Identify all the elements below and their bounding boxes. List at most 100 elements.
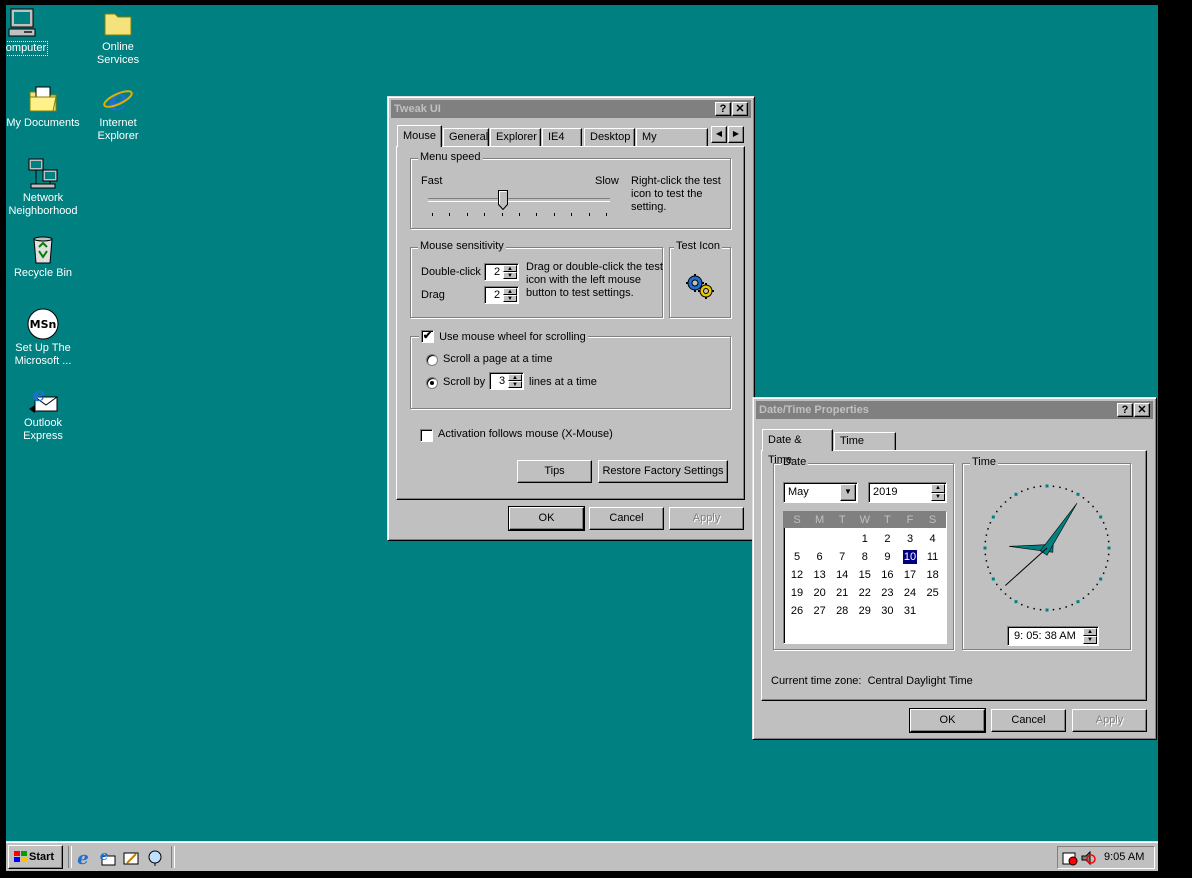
calendar-day[interactable]: 4 (922, 530, 944, 548)
double-click-spinner[interactable]: ▲ ▼ (503, 265, 517, 279)
apply-button[interactable]: Apply (1072, 709, 1147, 732)
tab-my-computer[interactable]: My Computer (636, 128, 708, 160)
calendar-day[interactable]: 30 (876, 602, 898, 620)
quicklaunch-outlook-icon[interactable]: e (98, 849, 116, 870)
tweakui-titlebar[interactable]: Tweak UI ? ✕ (391, 100, 751, 118)
clock-hour-mark (991, 577, 995, 581)
ok-button[interactable]: OK (508, 506, 585, 531)
close-button[interactable]: ✕ (732, 102, 748, 116)
calendar-day[interactable]: 19 (786, 584, 808, 602)
calendar-day[interactable]: 20 (809, 584, 831, 602)
timezone-value: Central Daylight Time (867, 675, 973, 687)
calendar-grid[interactable]: SMTWTFS 1 2 3 4 5 6 7 8 9 10 11 12 13 14 15 16 17 18 19 20 2… (783, 511, 947, 644)
calendar-day[interactable]: 13 (809, 566, 831, 584)
calendar-day[interactable]: 27 (809, 602, 831, 620)
scroll-page-radio[interactable] (426, 354, 438, 366)
calendar-day[interactable]: 14 (831, 566, 853, 584)
tab-date-time[interactable]: Date & Time (762, 429, 833, 466)
help-button[interactable]: ? (715, 102, 731, 116)
tray-clock[interactable]: 9:05 AM (1104, 851, 1144, 863)
close-button[interactable]: ✕ (1134, 403, 1150, 417)
cancel-button[interactable]: Cancel (589, 507, 664, 530)
calendar-day[interactable]: 6 (809, 548, 831, 566)
restore-factory-settings-button[interactable]: Restore Factory Settings (598, 460, 728, 483)
drag-input[interactable]: 2 ▲ ▼ (484, 286, 519, 304)
desktop-icon-msn-setup[interactable]: MSn Set Up The Microsoft ... (6, 308, 81, 368)
clock-minute-mark (1021, 603, 1023, 606)
datetime-window[interactable]: Date/Time Properties ? ✕ Date & Time Tim… (752, 397, 1157, 740)
chevron-down-icon[interactable]: ▼ (840, 484, 856, 501)
scroll-lines-spinner[interactable]: ▲ ▼ (508, 374, 522, 388)
tray-volume-icon[interactable] (1080, 850, 1096, 869)
calendar-day[interactable]: 18 (922, 566, 944, 584)
scroll-by-radio[interactable] (426, 377, 438, 389)
tab-scroll-left-button[interactable]: ◀ (711, 126, 727, 143)
tab-desktop[interactable]: Desktop (584, 128, 635, 147)
calendar-day[interactable]: 12 (786, 566, 808, 584)
calendar-day[interactable]: 15 (854, 566, 876, 584)
desktop-icon-my-documents[interactable]: My Documents (6, 83, 81, 130)
drag-spinner[interactable]: ▲ ▼ (503, 288, 517, 302)
calendar-day[interactable]: 31 (899, 602, 921, 620)
calendar-day[interactable]: 24 (899, 584, 921, 602)
calendar-day[interactable]: 7 (831, 548, 853, 566)
start-button[interactable]: Start (8, 845, 63, 869)
tips-button[interactable]: Tips (517, 460, 592, 483)
calendar-day[interactable]: 25 (922, 584, 944, 602)
use-wheel-checkbox-row[interactable]: ✔ Use mouse wheel for scrolling (419, 330, 588, 343)
tweakui-window[interactable]: Tweak UI ? ✕ Mouse General Explorer IE4 … (387, 96, 755, 541)
cancel-button[interactable]: Cancel (991, 709, 1066, 732)
desktop-icon-online-services[interactable]: Online Services (80, 7, 156, 67)
clock-hour-mark (1045, 608, 1049, 612)
calendar-day[interactable]: 11 (922, 548, 944, 566)
calendar-day[interactable]: 17 (899, 566, 921, 584)
calendar-day[interactable]: 29 (854, 602, 876, 620)
quicklaunch-ie-icon[interactable]: e (74, 848, 92, 870)
year-input[interactable]: 2019 ▲ ▼ (868, 482, 947, 503)
desktop-icon-outlook-express[interactable]: e Outlook Express (6, 383, 81, 443)
calendar-day[interactable]: 1 (854, 530, 876, 548)
taskbar-separator (171, 846, 175, 868)
tab-mouse[interactable]: Mouse (397, 125, 442, 147)
clock-minute-mark (1107, 553, 1110, 556)
calendar-day[interactable]: 2 (876, 530, 898, 548)
double-click-input[interactable]: 2 ▲ ▼ (484, 263, 519, 281)
help-button[interactable]: ? (1117, 403, 1133, 417)
tab-ie4[interactable]: IE4 (542, 128, 582, 147)
ok-button[interactable]: OK (909, 708, 986, 733)
calendar-day[interactable]: 26 (786, 602, 808, 620)
scroll-lines-input[interactable]: 3 ▲ ▼ (489, 372, 524, 390)
tab-general[interactable]: General (443, 128, 489, 147)
time-spinner[interactable]: ▲ ▼ (1083, 628, 1097, 644)
tab-time-zone[interactable]: Time Zone (834, 432, 896, 464)
desktop-icon-recycle-bin[interactable]: Recycle Bin (6, 233, 81, 280)
month-select[interactable]: May ▼ (783, 482, 858, 503)
menu-speed-slider-thumb[interactable] (497, 190, 508, 211)
calendar-day[interactable]: 5 (786, 548, 808, 566)
calendar-day[interactable]: 8 (854, 548, 876, 566)
calendar-day[interactable]: 28 (831, 602, 853, 620)
calendar-day[interactable]: 21 (831, 584, 853, 602)
calendar-day[interactable]: 3 (899, 530, 921, 548)
year-spinner[interactable]: ▲ ▼ (931, 484, 945, 501)
desktop[interactable]: Computer OnlineServices My Documents e I… (6, 5, 1158, 871)
calendar-day[interactable]: 9 (876, 548, 898, 566)
apply-button[interactable]: Apply (669, 507, 744, 530)
tray-scheduler-icon[interactable] (1062, 850, 1078, 869)
desktop-icon-internet-explorer[interactable]: e Internet Explorer (80, 83, 156, 143)
desktop-icon-network-neighborhood[interactable]: Network Neighborhood (6, 158, 81, 218)
quicklaunch-show-desktop-icon[interactable] (122, 849, 140, 870)
calendar-day-selected[interactable]: 10 (903, 550, 917, 564)
calendar-day[interactable]: 16 (876, 566, 898, 584)
datetime-titlebar[interactable]: Date/Time Properties ? ✕ (756, 401, 1153, 419)
xmouse-checkbox[interactable] (420, 429, 433, 442)
quicklaunch-channels-icon[interactable] (146, 849, 164, 870)
gears-icon[interactable] (684, 272, 716, 303)
time-input[interactable]: 9: 05: 38 AM ▲ ▼ (1007, 626, 1099, 646)
tab-scroll-right-button[interactable]: ▶ (728, 126, 744, 143)
desktop-icon-my-computer[interactable]: Computer (6, 7, 60, 56)
calendar-day[interactable]: 22 (854, 584, 876, 602)
tab-explorer[interactable]: Explorer (490, 128, 541, 147)
calendar-day[interactable]: 23 (876, 584, 898, 602)
use-wheel-checkbox[interactable]: ✔ (421, 330, 434, 343)
